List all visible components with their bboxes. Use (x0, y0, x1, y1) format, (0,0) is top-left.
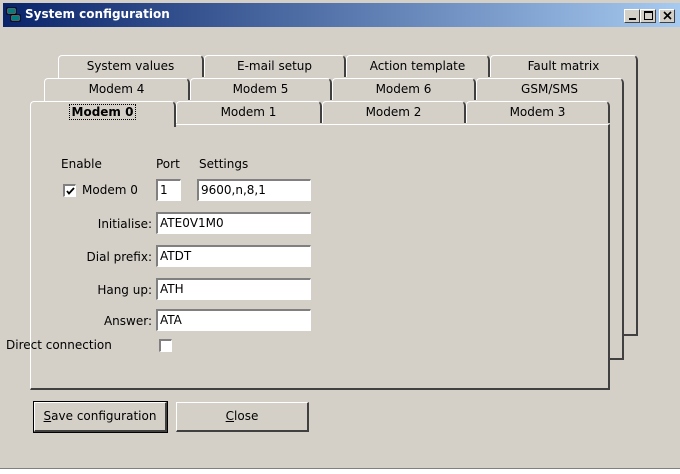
direct-connection-checkbox[interactable] (159, 339, 172, 352)
modem-enable-checkbox[interactable] (63, 184, 76, 197)
checkmark-icon (66, 187, 75, 195)
port-column-label: Port (156, 157, 180, 171)
hang-up-input[interactable]: ATH (156, 278, 311, 300)
modem-enable-label: Modem 0 (82, 183, 138, 197)
dial-prefix-input[interactable]: ATDT (156, 245, 311, 267)
initialise-input[interactable]: ATE0V1M0 (156, 212, 311, 234)
enable-column-label: Enable (61, 157, 102, 171)
system-configuration-window: System configuration System values E-mai… (0, 0, 680, 474)
port-input[interactable]: 1 (156, 179, 181, 201)
direct-connection-label: Direct connection (6, 338, 112, 352)
answer-input[interactable]: ATA (156, 309, 311, 331)
initialise-label: Initialise: (97, 217, 152, 231)
dial-prefix-label: Dial prefix: (86, 250, 152, 264)
hang-up-label: Hang up: (97, 283, 152, 297)
settings-column-label: Settings (199, 157, 249, 171)
settings-input[interactable]: 9600,n,8,1 (197, 179, 311, 201)
answer-label: Answer: (103, 314, 152, 328)
